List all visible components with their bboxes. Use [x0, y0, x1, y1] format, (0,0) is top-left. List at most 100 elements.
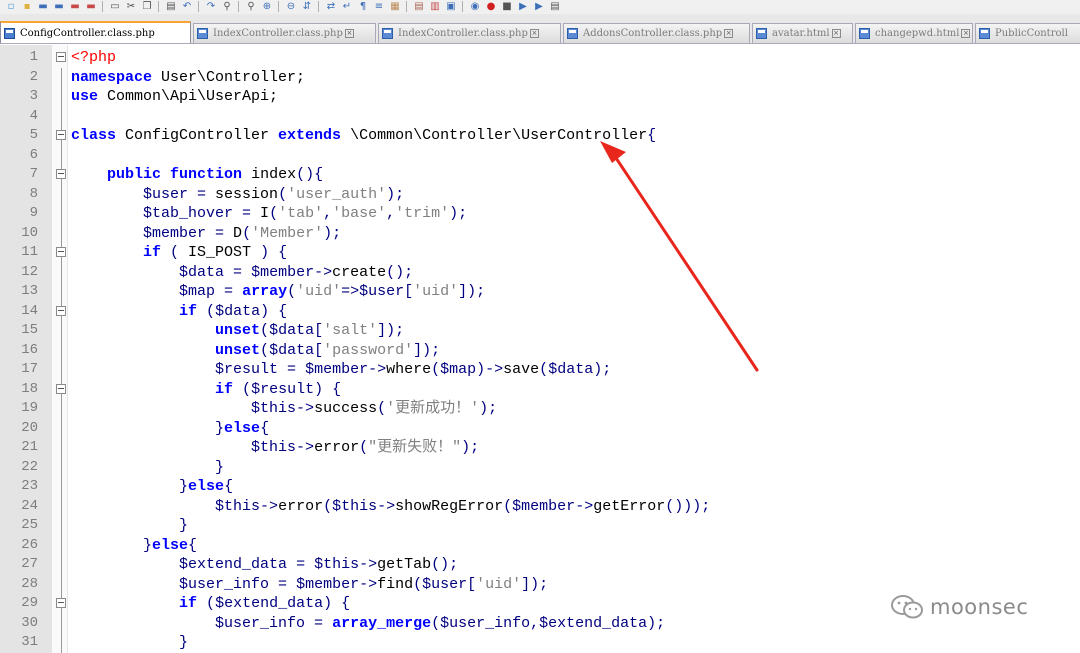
tab-file[interactable]: ConfigController.class.php — [0, 21, 191, 43]
code-token: ( — [377, 400, 387, 417]
code-line[interactable]: 31 } — [0, 633, 1080, 653]
fold-toggle-icon[interactable] — [56, 130, 66, 140]
code-token: ( — [413, 575, 423, 593]
tab-close-icon[interactable]: × — [724, 29, 734, 38]
code-line[interactable]: 19 $this->success('更新成功！'); — [0, 399, 1080, 419]
find-icon[interactable]: ⚲ — [220, 0, 234, 13]
code-line[interactable]: 7 public function index(){ — [0, 165, 1080, 185]
code-line[interactable]: 9 $tab_hover = I('tab','base','trim'); — [0, 204, 1080, 224]
line-number: 10 — [21, 224, 38, 241]
file-save-status-icon — [859, 28, 870, 39]
fold-toggle-icon[interactable] — [56, 383, 66, 394]
open-file-icon[interactable]: ▪ — [20, 0, 34, 13]
save-macro-icon[interactable]: ▤ — [548, 0, 562, 13]
tab-close-icon[interactable]: × — [344, 29, 354, 38]
new-file-icon[interactable]: ▫ — [4, 0, 18, 13]
code-token: = — [269, 575, 297, 593]
code-line[interactable]: 28 $user_info = $member->find($user['uid… — [0, 574, 1080, 595]
tab-file[interactable]: avatar.html × — [752, 23, 853, 43]
line-number: 13 — [21, 283, 38, 299]
code-line[interactable]: 3 use Common\Api\UserApi; — [0, 87, 1080, 107]
code-line[interactable]: 14 if ($data) { — [0, 301, 1080, 321]
undo-icon[interactable]: ↶ — [180, 0, 194, 13]
fold-toggle-icon[interactable] — [56, 247, 66, 257]
fold-toggle-icon[interactable] — [56, 598, 66, 608]
tab-file[interactable]: AddonsController.class.php × — [563, 23, 750, 43]
code-line[interactable]: 5 class ConfigController extends \Common\… — [0, 126, 1080, 146]
stop-macro-icon[interactable]: ■ — [500, 0, 514, 13]
fold-toggle-icon[interactable] — [56, 52, 66, 62]
code-token: showRegError — [395, 497, 504, 515]
function-list-icon[interactable]: ▥ — [428, 0, 442, 13]
word-wrap-icon[interactable]: ↵ — [340, 0, 354, 13]
code-line[interactable]: 13 $map = array('uid'=>$user['uid']); — [0, 282, 1080, 302]
code-line[interactable]: 25 } — [0, 516, 1080, 536]
code-line[interactable]: 8 $user = session('user_auth'); — [0, 184, 1080, 204]
sync-vertical-icon[interactable]: ⇵ — [300, 0, 314, 13]
code-line[interactable]: 26 }else{ — [0, 535, 1080, 555]
code-line[interactable]: 12 $data = $member->create(); — [0, 262, 1080, 282]
fold-guide — [61, 633, 62, 653]
monitor-icon[interactable]: ◉ — [468, 0, 482, 13]
line-number: 24 — [21, 497, 38, 514]
code-token: "更新失败！" — [368, 439, 462, 456]
tab-close-icon[interactable]: × — [831, 29, 841, 38]
code-line[interactable]: 4 — [0, 106, 1080, 126]
code-line[interactable]: 22 } — [0, 457, 1080, 477]
tab-label: AddonsController.class.php — [583, 28, 723, 39]
save-all-icon[interactable]: ▬ — [52, 0, 66, 13]
tab-close-icon[interactable]: × — [529, 29, 539, 38]
code-line[interactable]: 16 unset($data['password']); — [0, 340, 1080, 360]
code-line[interactable]: 10 $member = D('Member'); — [0, 223, 1080, 243]
code-line[interactable]: 1 <?php — [0, 48, 1080, 68]
folder-workspace-icon[interactable]: ▣ — [444, 0, 458, 13]
tab-file[interactable]: changepwd.html × — [855, 23, 973, 43]
code-text: $user_info = $member->find($user['uid'])… — [71, 575, 548, 595]
code-line[interactable]: 2 namespace User\Controller; — [0, 67, 1080, 87]
print-icon[interactable]: ▭ — [108, 0, 122, 13]
tab-file[interactable]: IndexController.class.php × — [378, 23, 561, 43]
show-all-chars-icon[interactable]: ¶ — [356, 0, 370, 13]
code-token: $data — [215, 302, 261, 320]
fold-toggle-icon[interactable] — [56, 305, 66, 316]
copy-icon[interactable]: ❐ — [140, 0, 154, 13]
zoom-in-icon[interactable]: ⊕ — [260, 0, 274, 13]
code-line[interactable]: 6 — [0, 145, 1080, 165]
tab-file[interactable]: PublicControll — [975, 23, 1080, 43]
cut-icon[interactable]: ✂ — [124, 0, 138, 13]
code-line[interactable]: 24 $this->error($this->showRegError($mem… — [0, 496, 1080, 516]
close-all-icon[interactable]: ▬ — [84, 0, 98, 13]
code-line[interactable]: 21 $this->error("更新失败！"); — [0, 438, 1080, 458]
play-macro-icon[interactable]: ▶ — [516, 0, 530, 13]
code-line[interactable]: 17 $result = $member->where($map)->save(… — [0, 360, 1080, 380]
save-icon[interactable]: ▬ — [36, 0, 50, 13]
redo-icon[interactable]: ↷ — [204, 0, 218, 13]
code-token: if — [143, 244, 162, 261]
close-icon[interactable]: ▬ — [68, 0, 82, 13]
tab-file[interactable]: IndexController.class.php × — [193, 23, 376, 43]
sync-horizontal-icon[interactable]: ⇄ — [324, 0, 338, 13]
code-editor[interactable]: 1 <?php 2 namespace User\Controller; 3 use Co… — [0, 45, 1080, 653]
run-macro-icon[interactable]: ▶ — [532, 0, 546, 13]
paste-icon[interactable]: ▤ — [164, 0, 178, 13]
code-line[interactable]: 15 unset($data['salt']); — [0, 321, 1080, 341]
code-line[interactable]: 11 if ( IS_POST ) { — [0, 243, 1080, 263]
doc-map-icon[interactable]: ▤ — [412, 0, 426, 13]
zoom-out-icon[interactable]: ⊖ — [284, 0, 298, 13]
tab-label: avatar.html — [772, 28, 830, 39]
code-token: array_merge — [332, 614, 432, 632]
fold-guide — [61, 418, 62, 438]
fold-toggle-icon[interactable] — [56, 169, 66, 179]
record-macro-icon[interactable]: ● — [484, 0, 498, 13]
indent-guide-icon[interactable]: ≡ — [372, 0, 386, 13]
code-token: 'uid' — [413, 283, 459, 300]
replace-icon[interactable]: ⚲ — [244, 0, 258, 13]
code-line[interactable]: 27 $extend_data = $this->getTab(); — [0, 555, 1080, 575]
code-line[interactable]: 23 }else{ — [0, 477, 1080, 497]
fold-guide — [61, 67, 62, 87]
code-line[interactable]: 20 }else{ — [0, 418, 1080, 438]
tab-close-icon[interactable]: × — [961, 29, 971, 38]
udl-icon[interactable]: ▦ — [388, 0, 402, 13]
code-line[interactable]: 18 if ($result) { — [0, 379, 1080, 399]
